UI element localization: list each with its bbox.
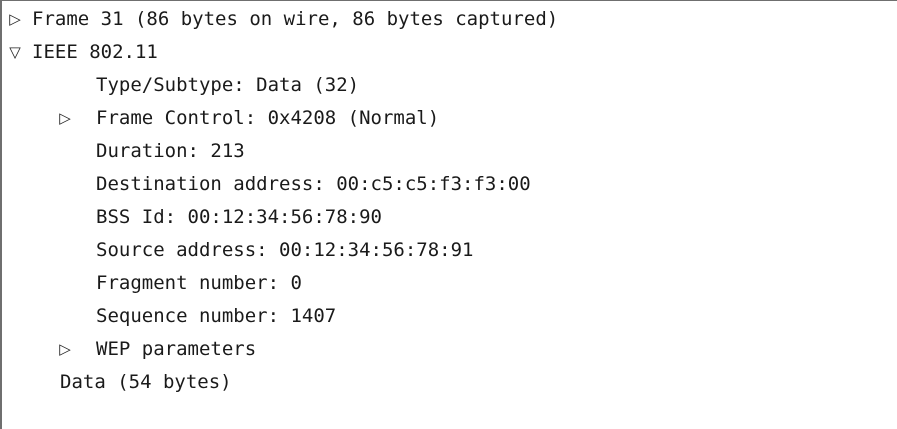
tree-item-label: WEP parameters [96, 338, 257, 360]
packet-details-tree: ▷ Frame 31 (86 bytes on wire, 86 bytes c… [0, 0, 897, 429]
tree-item-label: Sequence number: 1407 [96, 305, 337, 327]
tree-item-label: Destination address: 00:c5:c5:f3:f3:00 [96, 173, 531, 195]
collapse-arrow-icon[interactable]: ▽ [4, 36, 26, 69]
expand-arrow-icon[interactable]: ▷ [4, 3, 26, 36]
tree-item-label: Duration: 213 [96, 140, 245, 162]
tree-item-label: Data (54 bytes) [60, 371, 232, 393]
tree-item-label: Source address: 00:12:34:56:78:91 [96, 239, 474, 261]
tree-item-label: BSS Id: 00:12:34:56:78:90 [96, 206, 382, 228]
tree-item-label: Frame 31 (86 bytes on wire, 86 bytes cap… [32, 8, 559, 30]
tree-item-label: IEEE 802.11 [32, 41, 158, 63]
tree-item-label: Frame Control: 0x4208 (Normal) [96, 107, 440, 129]
tree-item-label: Type/Subtype: Data (32) [96, 74, 360, 96]
expand-arrow-icon[interactable]: ▷ [54, 333, 76, 366]
tree-item-label: Fragment number: 0 [96, 272, 302, 294]
expand-arrow-icon[interactable]: ▷ [54, 102, 76, 135]
